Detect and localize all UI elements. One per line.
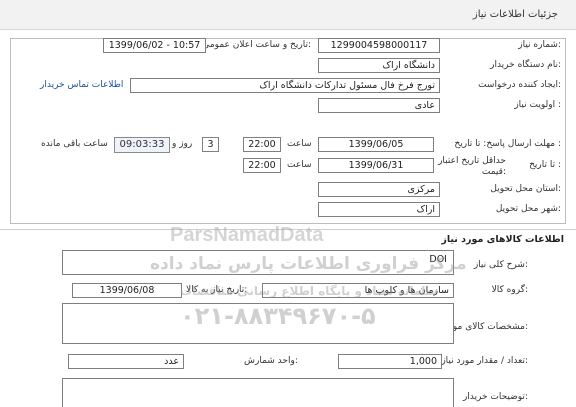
priority-label: اولویت نیاز : [514, 100, 561, 110]
unit-field: عدد [68, 354, 184, 369]
announce-datetime-field: 1399/06/02 - 10:57 [103, 38, 206, 53]
delivery-city-field: اراک [318, 202, 440, 217]
page-title: جزئیات اطلاعات نیاز [472, 9, 558, 20]
buyer-contact-link[interactable]: اطلاعات تماس خریدار [40, 80, 123, 90]
price-validity-date-field: 1399/06/31 [318, 158, 434, 173]
delivery-city-label: شهر محل تحویل: [495, 204, 561, 214]
quantity-field: 1,000 [338, 354, 442, 369]
watermark-line1: مرکز فراوری اطلاعات پارس نماد داده [150, 254, 467, 274]
page-header: جزئیات اطلاعات نیاز [0, 0, 576, 30]
priority-field: عادی [318, 98, 440, 113]
price-validity-label-2: قیمت: [481, 167, 506, 177]
delivery-province-field: مرکزی [318, 182, 440, 197]
goods-section-title: اطلاعات کالاهای مورد نیاز [441, 234, 564, 245]
summary-label: شرح کلی نیاز: [473, 260, 528, 270]
creator-label: ایجاد کننده درخواست: [478, 80, 561, 90]
delivery-province-label: استان محل تحویل: [490, 184, 561, 194]
goods-group-label: گروه کالا: [491, 285, 528, 295]
buyer-org-field: دانشگاه اراک [318, 58, 440, 73]
remaining-hours-label: ساعت باقی مانده [41, 139, 108, 149]
need-number-field: 1299004598000117 [318, 38, 440, 53]
watermark-phone: ۰۲۱-۸۸۳۴۹۶۷۰-۵ [180, 302, 376, 330]
reply-deadline-date-field: 1399/06/05 [318, 137, 434, 152]
buyer-notes-label: توضیحات خریدار: [462, 392, 528, 402]
price-validity-to-date-label: تا تاریخ : [529, 160, 561, 170]
watermark-line2: سامانه ستاد و پایگاه اطلاع رسانی مناقصات [180, 284, 438, 298]
price-validity-time-field: 22:00 [243, 158, 281, 173]
watermark-brand: ParsNamadData [170, 224, 324, 246]
announce-datetime-label: تاریخ و ساعت اعلان عمومی: [202, 40, 311, 50]
reply-deadline-time-field: 22:00 [243, 137, 281, 152]
remaining-days-field: 3 [202, 137, 219, 152]
quantity-label: تعداد / مقدار مورد نیاز: [441, 356, 528, 366]
unit-label: واحد شمارش: [244, 356, 298, 366]
reply-deadline-time-label: ساعت [287, 139, 312, 149]
buyer-notes-field [62, 378, 454, 407]
need-date-field: 1399/06/08 [72, 283, 182, 298]
need-details-panel [10, 38, 566, 224]
countdown-timer: 09:03:33 [114, 137, 170, 153]
need-number-label: شماره نیاز: [518, 40, 561, 50]
creator-field: تورج فرخ فال مسئول تدارکات دانشگاه اراک [130, 78, 440, 93]
remaining-days-label: روز و [172, 139, 193, 149]
price-validity-time-label: ساعت [287, 160, 312, 170]
price-validity-label: حداقل تاریخ اعتبار [438, 156, 506, 166]
reply-deadline-label: مهلت ارسال پاسخ: تا تاریخ : [454, 139, 561, 149]
buyer-org-label: نام دستگاه خریدار: [490, 60, 561, 70]
